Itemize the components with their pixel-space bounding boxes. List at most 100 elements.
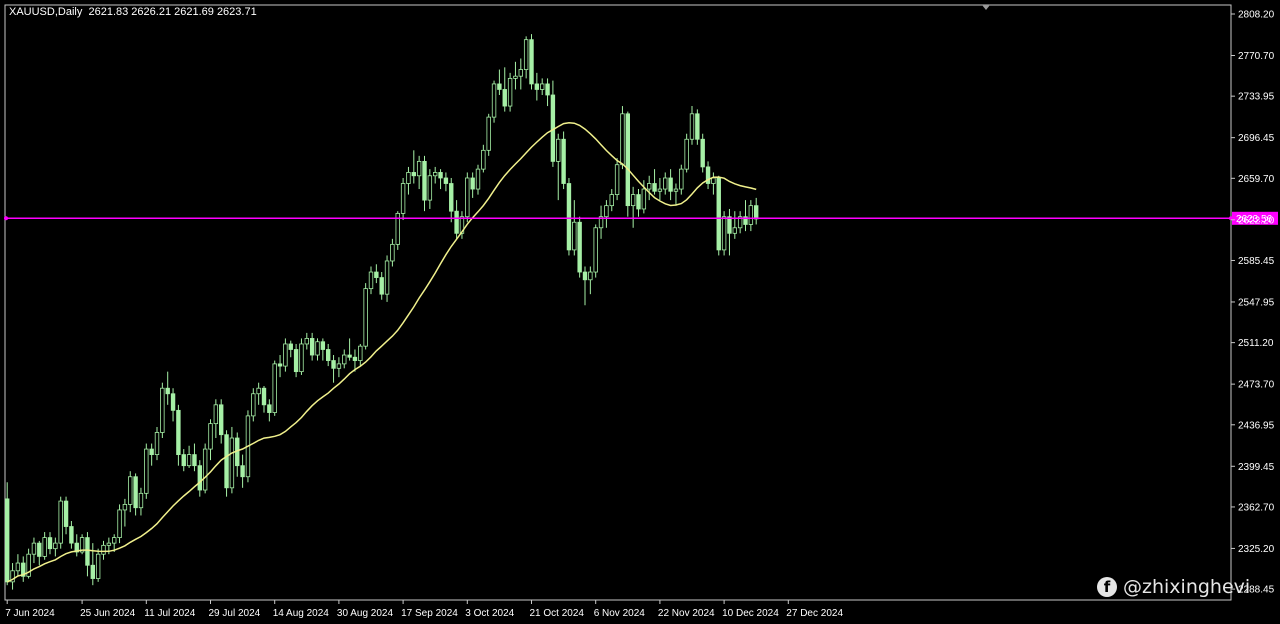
candle-body-bear: [288, 343, 293, 350]
candle: [727, 208, 732, 256]
candle: [122, 498, 128, 527]
candle: [58, 496, 63, 549]
chart-shift-marker[interactable]: [982, 5, 990, 10]
candle: [331, 355, 336, 383]
y-tick-label: 2770.70: [1238, 51, 1275, 62]
candle: [432, 166, 438, 184]
candle-body-bull: [42, 537, 47, 557]
candle-body-bear: [240, 465, 245, 478]
candle-body-bear: [5, 498, 10, 583]
candle: [256, 382, 261, 405]
candle-body-bear: [545, 83, 550, 96]
candle: [609, 189, 614, 212]
candle-body-bear: [331, 360, 336, 369]
x-tick-label: 14 Aug 2024: [273, 608, 330, 619]
candle: [684, 133, 689, 173]
candle: [267, 399, 272, 422]
candle: [128, 471, 133, 513]
candle-body-bull: [144, 448, 149, 494]
candle: [315, 338, 320, 361]
y-tick-label: 2733.95: [1238, 92, 1275, 103]
candle-body-bear: [411, 172, 416, 177]
candle-body-bear: [90, 564, 95, 579]
candle: [657, 177, 663, 201]
candle-body-bull: [663, 177, 668, 190]
candle-body-bear: [37, 542, 42, 557]
candle-body-bull: [491, 83, 497, 118]
candle: [716, 175, 721, 256]
candle: [101, 540, 106, 560]
candle: [748, 200, 754, 232]
candle: [502, 67, 507, 112]
candle: [224, 430, 229, 497]
candle: [235, 432, 240, 477]
candle: [160, 382, 165, 439]
candle-body-bull: [229, 437, 235, 489]
candle: [400, 177, 406, 221]
candle: [604, 200, 609, 228]
candle: [384, 255, 390, 302]
x-tick-label: 22 Nov 2024: [658, 608, 715, 619]
candle: [598, 205, 604, 239]
candle: [465, 172, 470, 223]
candle-body-bear: [443, 177, 449, 184]
price-axis[interactable]: 2808.20 2770.70 2733.95 2696.45 2659.70 2622.…: [1231, 10, 1275, 596]
x-tick-label: 17 Sep 2024: [401, 608, 458, 619]
y-tick-label: 2436.95: [1238, 420, 1275, 431]
x-tick-label: 6 Nov 2024: [594, 608, 646, 619]
candle: [497, 69, 502, 95]
candle: [202, 443, 208, 494]
candle: [630, 186, 636, 228]
candle: [170, 388, 176, 422]
x-tick-label: 30 Aug 2024: [337, 608, 394, 619]
candle: [550, 80, 556, 167]
y-tick-label: 2622.20: [1238, 215, 1275, 226]
candle: [31, 537, 37, 564]
candle-body-bull: [475, 168, 481, 190]
time-axis[interactable]: 7 Jun 2024 25 Jun 2024 11 Jul 2024 29 Jul 2…: [5, 600, 843, 619]
candle: [566, 177, 572, 256]
watermark-handle: @zhixinghevi: [1123, 576, 1251, 598]
candle-body-bear: [176, 409, 181, 456]
candle-body-bear: [454, 210, 459, 234]
chart-canvas[interactable]: 2623.56 2808.202770.702733.952696.452659…: [0, 0, 1280, 624]
candle: [732, 211, 737, 239]
candle-body-bear: [197, 465, 202, 491]
candle: [342, 349, 347, 369]
candle-body-bear: [320, 341, 326, 350]
x-tick-label: 10 Dec 2024: [722, 608, 779, 619]
candle: [213, 399, 219, 439]
candle-body-bull: [122, 504, 128, 511]
candle: [363, 283, 368, 350]
candle: [368, 266, 374, 295]
candle: [470, 172, 475, 198]
price-line-handle[interactable]: [4, 216, 8, 221]
candle: [176, 404, 181, 466]
candle-body-bull: [748, 205, 754, 225]
candle: [149, 443, 154, 466]
candle: [5, 482, 10, 586]
y-tick-label: 2585.45: [1238, 256, 1275, 267]
candle: [705, 161, 711, 190]
candle: [652, 169, 657, 195]
candle-body-bull: [711, 177, 716, 184]
candle: [251, 388, 256, 422]
candle-body-bear: [636, 194, 641, 210]
candle: [438, 169, 443, 190]
x-tick-label: 29 Jul 2024: [209, 608, 261, 619]
candle-body-bull: [112, 537, 117, 544]
candle-body-bull: [593, 227, 598, 273]
candle-body-bull: [101, 544, 106, 555]
candle: [277, 355, 283, 378]
candle-body-bull: [283, 343, 288, 367]
candle-body-bear: [85, 537, 90, 566]
candle-body-bear: [668, 177, 673, 192]
candle-body-bear: [133, 476, 138, 509]
candle-body-bull: [416, 160, 422, 177]
candle: [743, 200, 748, 232]
symbol-label: XAUUSD,Daily: [9, 6, 83, 18]
candle: [668, 169, 673, 201]
x-tick-label: 11 Jul 2024: [144, 608, 195, 619]
candle: [208, 419, 213, 461]
y-tick-label: 2473.70: [1238, 380, 1275, 391]
